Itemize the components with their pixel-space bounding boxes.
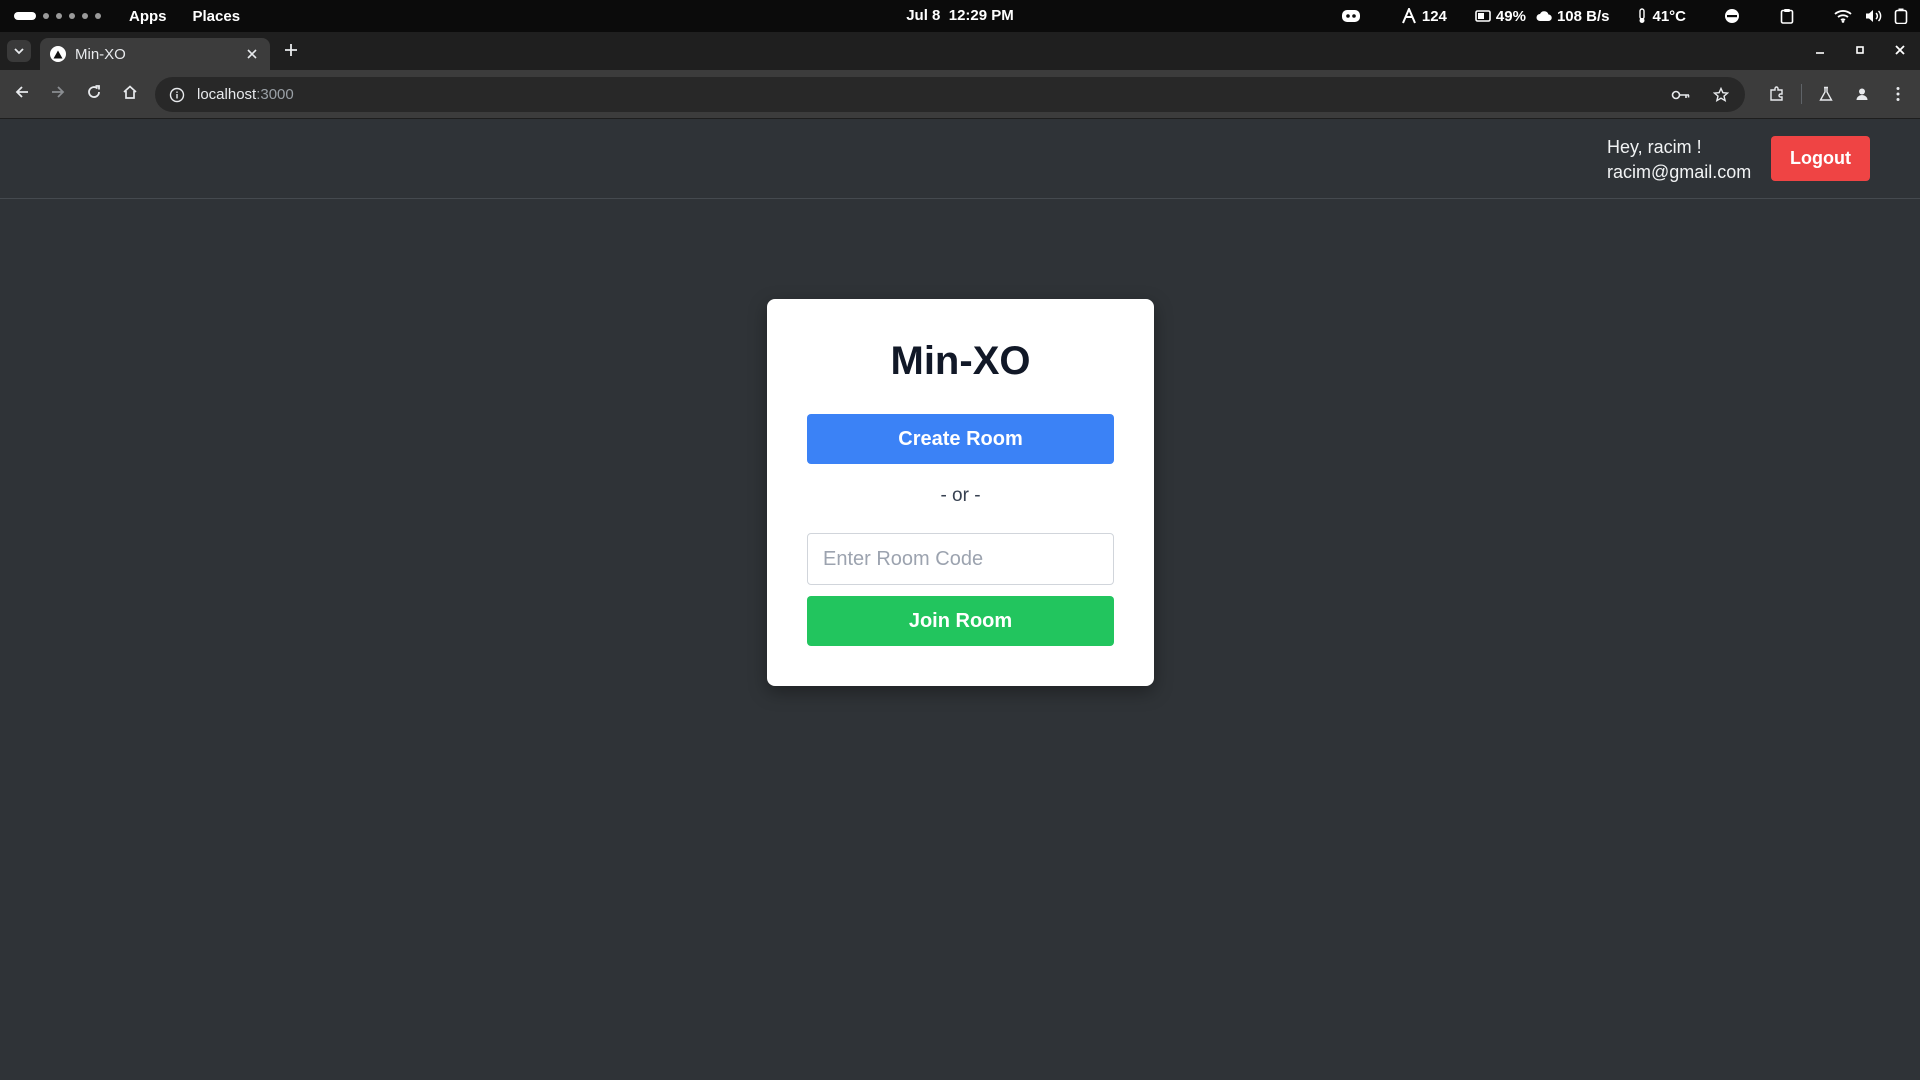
close-icon [1895,42,1905,60]
arrow-right-icon [50,84,66,105]
cloud-icon [1536,9,1552,23]
profile-icon[interactable] [1850,82,1874,106]
logout-button[interactable]: Logout [1771,136,1870,181]
workspace-dot[interactable] [43,13,49,19]
network-speed-indicator[interactable]: 108 B/s [1536,7,1610,25]
tab-title: Min-XO [75,45,126,63]
system-top-bar: Apps Places Jul 8 12:29 PM 124 49% 108 B… [0,0,1920,32]
key-icon[interactable] [1669,83,1693,107]
workspace-dot[interactable] [69,13,75,19]
temperature-value: 41°C [1652,7,1686,25]
user-info: Hey, racim ! racim@gmail.com [1607,135,1751,185]
maximize-button[interactable] [1840,32,1880,70]
workspace-indicator[interactable] [14,12,101,20]
workspace-dot[interactable] [82,13,88,19]
create-room-button[interactable]: Create Room [807,414,1114,464]
power-battery-icon[interactable] [1894,8,1908,24]
tab-search-button[interactable] [7,40,31,62]
browser-toolbar: localhost:3000 [0,70,1920,119]
home-button[interactable] [118,82,142,106]
chevron-down-icon [13,42,25,60]
thermometer-icon [1637,8,1647,24]
window-close-button[interactable] [1880,32,1920,70]
star-icon[interactable] [1709,83,1733,107]
address-bar[interactable]: localhost:3000 [155,77,1745,112]
browser-tab-strip: Min-XO [0,32,1920,70]
extensions-icon[interactable] [1765,82,1789,106]
labs-flask-icon[interactable] [1814,82,1838,106]
back-button[interactable] [10,82,34,106]
info-icon[interactable] [167,85,187,105]
maximize-icon [1855,42,1865,60]
url-port: :3000 [256,86,294,103]
cpu-indicator[interactable]: 124 [1401,8,1447,25]
toolbar-divider [1801,84,1802,104]
battery-icon [1475,9,1491,23]
status-icon[interactable] [1724,8,1740,24]
workspace-active[interactable] [14,12,36,20]
temperature-indicator[interactable]: 41°C [1637,8,1686,25]
clipboard-icon[interactable] [1780,8,1794,24]
battery-value: 49% [1495,7,1526,25]
triangle-favicon-icon [50,46,66,62]
arrow-left-icon [14,84,30,105]
close-icon[interactable] [244,46,260,62]
battery-indicator[interactable]: 49% [1475,8,1526,25]
greeting-text: Hey, racim ! [1607,137,1702,157]
discord-icon[interactable] [1341,8,1361,24]
minimize-icon [1815,42,1825,60]
minimize-button[interactable] [1800,32,1840,70]
wifi-icon[interactable] [1834,9,1852,23]
apps-menu[interactable]: Apps [129,8,167,25]
reload-button[interactable] [82,82,106,106]
workspace-dot[interactable] [95,13,101,19]
cpu-icon [1401,8,1417,24]
tab-min-xo[interactable]: Min-XO [40,38,270,70]
join-room-button[interactable]: Join Room [807,596,1114,646]
app-title: Min-XO [890,339,1031,383]
app-header: Hey, racim ! racim@gmail.com Logout [0,119,1920,199]
or-separator: - or - [940,485,981,506]
workspace-dot[interactable] [56,13,62,19]
url-host: localhost [197,86,257,103]
clock-time: 12:29 PM [948,7,1014,24]
plus-icon [284,43,298,62]
places-menu[interactable]: Places [193,8,241,25]
room-card: Min-XO Create Room - or - Join Room [767,299,1154,686]
reload-icon [86,84,102,105]
forward-button[interactable] [46,82,70,106]
more-menu-icon[interactable] [1886,82,1910,106]
cpu-value: 124 [1421,7,1447,25]
new-tab-button[interactable] [281,42,301,62]
user-email: racim@gmail.com [1607,162,1752,182]
page-content: Hey, racim ! racim@gmail.com Logout Min-… [0,119,1920,1080]
home-icon [122,84,138,105]
room-code-input[interactable] [807,533,1114,585]
clock-date: Jul 8 [906,7,941,24]
volume-icon[interactable] [1864,8,1882,24]
network-value: 108 B/s [1556,7,1610,25]
